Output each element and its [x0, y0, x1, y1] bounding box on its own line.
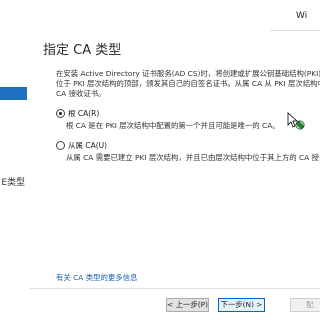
intro-line: 位于 PKI 层次结构的顶部，颁发其自己的自签名证书。从属 CA 从 PKI 层… — [56, 79, 320, 88]
subordinate-ca-label[interactable]: 从属 CA(U) — [68, 140, 107, 151]
subordinate-ca-radio[interactable] — [56, 141, 65, 150]
root-ca-label[interactable]: 根 CA(R) — [68, 108, 99, 119]
root-ca-radio[interactable] — [56, 109, 65, 118]
nav-item-ca-type[interactable]: E类型 — [0, 177, 27, 190]
nav-item-ca-type-selected[interactable] — [0, 87, 27, 100]
subordinate-ca-description: 从属 CA 需要已建立 PKI 层次结构，并且已由层次结构中位于其上方的 CA … — [66, 153, 319, 162]
subordinate-ca-option[interactable]: 从属 CA(U) — [56, 140, 320, 152]
footer-divider — [30, 288, 320, 289]
busy-pointer-icon — [287, 112, 305, 130]
intro-line: 在安装 Active Directory 证书服务(AD CS)时，将创建或扩展… — [56, 69, 320, 78]
page-title: 指定 CA 类型 — [43, 43, 122, 58]
wizard-window: E类型 Wi 指定 CA 类型 在安装 Active Directory 证书服… — [0, 0, 320, 320]
nav-item-label: E类型 — [1, 178, 25, 188]
more-info-link[interactable]: 有关 CA 类型的更多信息 — [56, 272, 137, 283]
root-ca-description: 根 CA 是在 PKI 层次结构中配置的第一个并且可能是唯一的 CA。 — [66, 121, 280, 130]
back-button[interactable]: < 上一步(P) — [166, 298, 209, 312]
root-ca-option[interactable]: 根 CA(R) — [56, 108, 320, 120]
window-title: Wi — [296, 11, 308, 21]
next-button[interactable]: 下一步(N) > — [218, 298, 265, 312]
configure-button[interactable]: 配 — [290, 298, 320, 312]
intro-text: 在安装 Active Directory 证书服务(AD CS)时，将创建或扩展… — [56, 69, 320, 99]
wizard-nav-pane: E类型 — [0, 0, 27, 320]
title-divider — [270, 30, 320, 31]
intro-line: CA 接收证书。 — [56, 89, 106, 98]
